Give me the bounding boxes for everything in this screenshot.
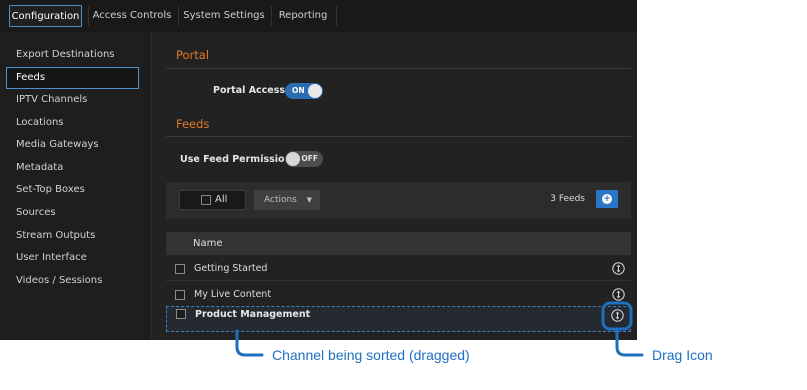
callout-dragged-label: Channel being sorted (dragged): [272, 347, 470, 363]
callout-drag-icon-label: Drag Icon: [652, 347, 713, 363]
callout-lines: [235, 301, 644, 357]
